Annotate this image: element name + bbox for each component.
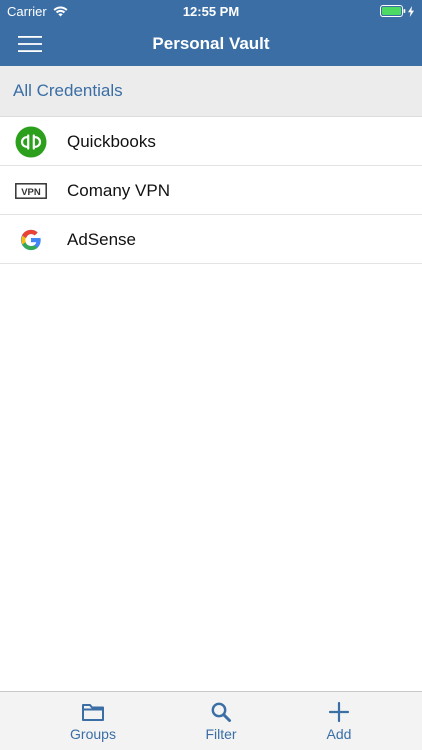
tab-label: Add — [326, 726, 352, 742]
tab-add[interactable]: Add — [294, 692, 384, 750]
top-bar: Carrier 12:55 PM Personal Vault — [0, 0, 422, 66]
battery-icon — [380, 5, 406, 17]
hamburger-icon — [18, 36, 42, 52]
section-header: All Credentials — [0, 66, 422, 117]
tab-groups[interactable]: Groups — [48, 692, 138, 750]
charging-bolt-icon — [408, 5, 414, 17]
svg-text:VPN: VPN — [21, 187, 41, 198]
vpn-icon: VPN — [15, 175, 47, 207]
list-item-label: Quickbooks — [67, 132, 156, 151]
battery-indicator — [380, 5, 414, 17]
tab-label: Groups — [70, 726, 116, 742]
tab-bar: Groups Filter Add — [0, 691, 422, 750]
section-title: All Credentials — [13, 81, 123, 100]
list-item-quickbooks[interactable]: Quickbooks — [0, 117, 422, 166]
page-title: Personal Vault — [152, 34, 270, 53]
list-item-label: Comany VPN — [67, 181, 170, 200]
status-time: 12:55 PM — [182, 4, 240, 19]
menu-button[interactable] — [14, 30, 46, 58]
tab-filter[interactable]: Filter — [176, 692, 266, 750]
folder-icon — [82, 704, 104, 721]
list-item-label: AdSense — [67, 230, 136, 249]
plus-icon — [328, 701, 350, 723]
credentials-list: Quickbooks VPN Comany VPN AdSense — [0, 117, 422, 264]
status-bar: Carrier 12:55 PM — [0, 0, 422, 22]
tab-label: Filter — [205, 726, 237, 742]
search-icon — [211, 702, 231, 722]
navigation-bar: Personal Vault — [0, 22, 422, 66]
list-item-adsense[interactable]: AdSense — [0, 215, 422, 264]
google-logo-icon — [15, 224, 47, 256]
list-item-company-vpn[interactable]: VPN Comany VPN — [0, 166, 422, 215]
quickbooks-logo-icon — [15, 126, 47, 158]
